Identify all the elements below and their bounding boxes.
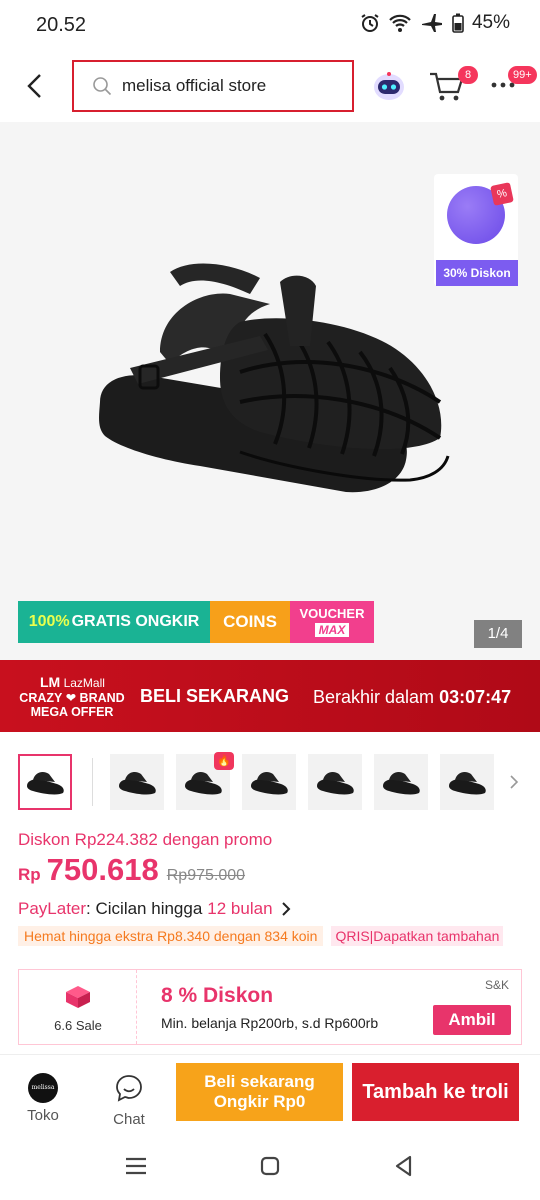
- current-price: 750.618: [46, 852, 159, 887]
- search-input[interactable]: melisa official store: [72, 60, 354, 112]
- product-image-gallery[interactable]: % 30% Diskon 100% GRATIS ONGKIR COINS VO…: [0, 122, 540, 660]
- fire-icon: 🔥: [214, 752, 234, 770]
- bottom-action-bar: melissa Toko Chat Beli sekarang Ongkir R…: [0, 1054, 540, 1132]
- sandal-thumb-icon: [251, 772, 288, 795]
- sandal-thumb-icon: [185, 772, 222, 795]
- system-nav-bar: [0, 1132, 540, 1200]
- status-bar: 20.52 45%: [0, 0, 540, 50]
- status-icons: 45%: [360, 12, 510, 34]
- free-shipping-badge: 100% GRATIS ONGKIR: [18, 601, 210, 643]
- voucher-event: 6.6 Sale: [19, 970, 137, 1044]
- thumbnail-2[interactable]: [110, 754, 164, 810]
- voucher-condition: Min. belanja Rp200rb, s.d Rp600rb: [161, 1015, 379, 1031]
- recent-apps-icon[interactable]: [122, 1152, 150, 1180]
- voucher-terms-link[interactable]: S&K: [485, 978, 509, 992]
- countdown-label: Berakhir dalam: [313, 687, 435, 707]
- cart-count-badge: 8: [458, 66, 478, 84]
- voucher-card: 6.6 Sale 8 % Diskon Min. belanja Rp200rb…: [18, 969, 522, 1045]
- assistant-bot-icon[interactable]: [372, 70, 406, 102]
- voucher-discount: 8 % Diskon: [161, 984, 274, 1007]
- back-nav-icon[interactable]: [390, 1152, 418, 1180]
- coins-badge: COINS: [210, 601, 290, 643]
- promo-discount-text: Diskon Rp224.382 dengan promo: [18, 830, 273, 849]
- claim-voucher-button[interactable]: Ambil: [433, 1005, 511, 1035]
- image-pager: 1/4: [474, 620, 522, 648]
- coin-savings-tag[interactable]: Hemat hingga ekstra Rp8.340 dengan 834 k…: [18, 926, 324, 946]
- thumbnail-4[interactable]: [242, 754, 296, 810]
- wifi-icon: [389, 14, 411, 32]
- thumbnail-divider: [92, 758, 93, 806]
- countdown-timer: 03:07:47: [439, 687, 512, 707]
- status-time: 20.52: [36, 14, 87, 36]
- original-price: Rp975.000: [166, 867, 246, 884]
- thumbnail-6[interactable]: [374, 754, 428, 810]
- tagline-line-2: MEGA OFFER: [30, 705, 114, 719]
- chevron-right-icon[interactable]: [506, 772, 522, 792]
- sandal-thumb-icon: [27, 772, 64, 795]
- countdown: Berakhir dalam 03:07:47: [313, 687, 511, 708]
- price-currency: Rp: [18, 865, 41, 884]
- chat-label: Chat: [113, 1111, 145, 1128]
- voucher-event-label: 6.6 Sale: [54, 1018, 102, 1033]
- thumbnail-1[interactable]: [18, 754, 72, 810]
- airplane-icon: [421, 14, 442, 32]
- thumbnail-strip: 🔥: [18, 752, 540, 810]
- add-to-cart-button[interactable]: Tambah ke troli: [352, 1063, 519, 1121]
- alarm-icon: [361, 14, 379, 32]
- voucher-text: VOUCHER: [299, 606, 365, 621]
- search-icon: [93, 77, 112, 96]
- promo-widget-label: 30% Diskon: [436, 260, 518, 286]
- voucher-max-badge: VOUCHER MAX: [290, 601, 374, 643]
- top-header: melisa official store 8 99+: [0, 50, 540, 122]
- percent-tag-icon: %: [490, 182, 514, 206]
- search-query: melisa official store: [122, 76, 267, 95]
- lazmall-brand: LazMall: [63, 676, 105, 690]
- battery-icon: [452, 13, 464, 33]
- benefit-tags: Hemat hingga ekstra Rp8.340 dengan 834 k…: [18, 926, 504, 946]
- tagline-line-1: CRAZY ❤ BRAND: [19, 691, 125, 705]
- sandal-thumb-icon: [317, 772, 354, 795]
- thumbnail-5[interactable]: [308, 754, 362, 810]
- paylater-months: 12 bulan: [207, 899, 273, 918]
- qris-tag[interactable]: QRIS|Dapatkan tambahan: [331, 926, 504, 946]
- free-shipping-percent: 100%: [28, 613, 70, 630]
- store-button[interactable]: melissa Toko: [20, 1073, 66, 1124]
- chat-button[interactable]: Chat: [106, 1073, 152, 1128]
- lazmall-logo: LM LazMall: [40, 674, 105, 690]
- buy-now-shipping: Ongkir Rp0: [213, 1092, 306, 1111]
- paylater-text: : Cicilan hingga: [86, 899, 203, 918]
- chevron-right-icon: [281, 902, 290, 916]
- product-image-sandal: [99, 263, 450, 493]
- voucher-max-text: MAX: [314, 623, 350, 637]
- thumbnail-7[interactable]: [440, 754, 494, 810]
- back-arrow-icon[interactable]: [20, 70, 52, 102]
- store-logo: melissa: [28, 1073, 58, 1103]
- price-row: Rp 750.618 Rp975.000: [18, 852, 245, 892]
- mega-offer-tagline: CRAZY ❤ BRAND MEGA OFFER: [16, 691, 128, 719]
- paylater-label: PayLater: [18, 899, 87, 918]
- benefit-strip: 100% GRATIS ONGKIR COINS VOUCHER MAX: [18, 601, 374, 643]
- chat-icon: [116, 1075, 142, 1102]
- sandal-thumb-icon: [449, 772, 486, 795]
- home-icon[interactable]: [256, 1152, 284, 1180]
- discount-promo-widget[interactable]: % 30% Diskon: [434, 174, 518, 286]
- mega-offer-banner[interactable]: LM LazMall CRAZY ❤ BRAND MEGA OFFER BELI…: [0, 660, 540, 732]
- battery-percent: 45%: [471, 12, 510, 33]
- buy-now-button[interactable]: Beli sekarang Ongkir Rp0: [176, 1063, 343, 1121]
- buy-now-label: Beli sekarang: [204, 1072, 315, 1091]
- store-label: Toko: [27, 1107, 59, 1124]
- free-shipping-text: GRATIS ONGKIR: [71, 613, 200, 630]
- paylater-row[interactable]: PayLater : Cicilan hingga 12 bulan: [18, 899, 291, 919]
- gift-box-icon: [66, 986, 90, 1008]
- sandal-thumb-icon: [383, 772, 420, 795]
- mega-buy-now[interactable]: BELI SEKARANG: [140, 686, 289, 707]
- notification-count-badge: 99+: [508, 66, 537, 84]
- sandal-thumb-icon: [119, 772, 156, 795]
